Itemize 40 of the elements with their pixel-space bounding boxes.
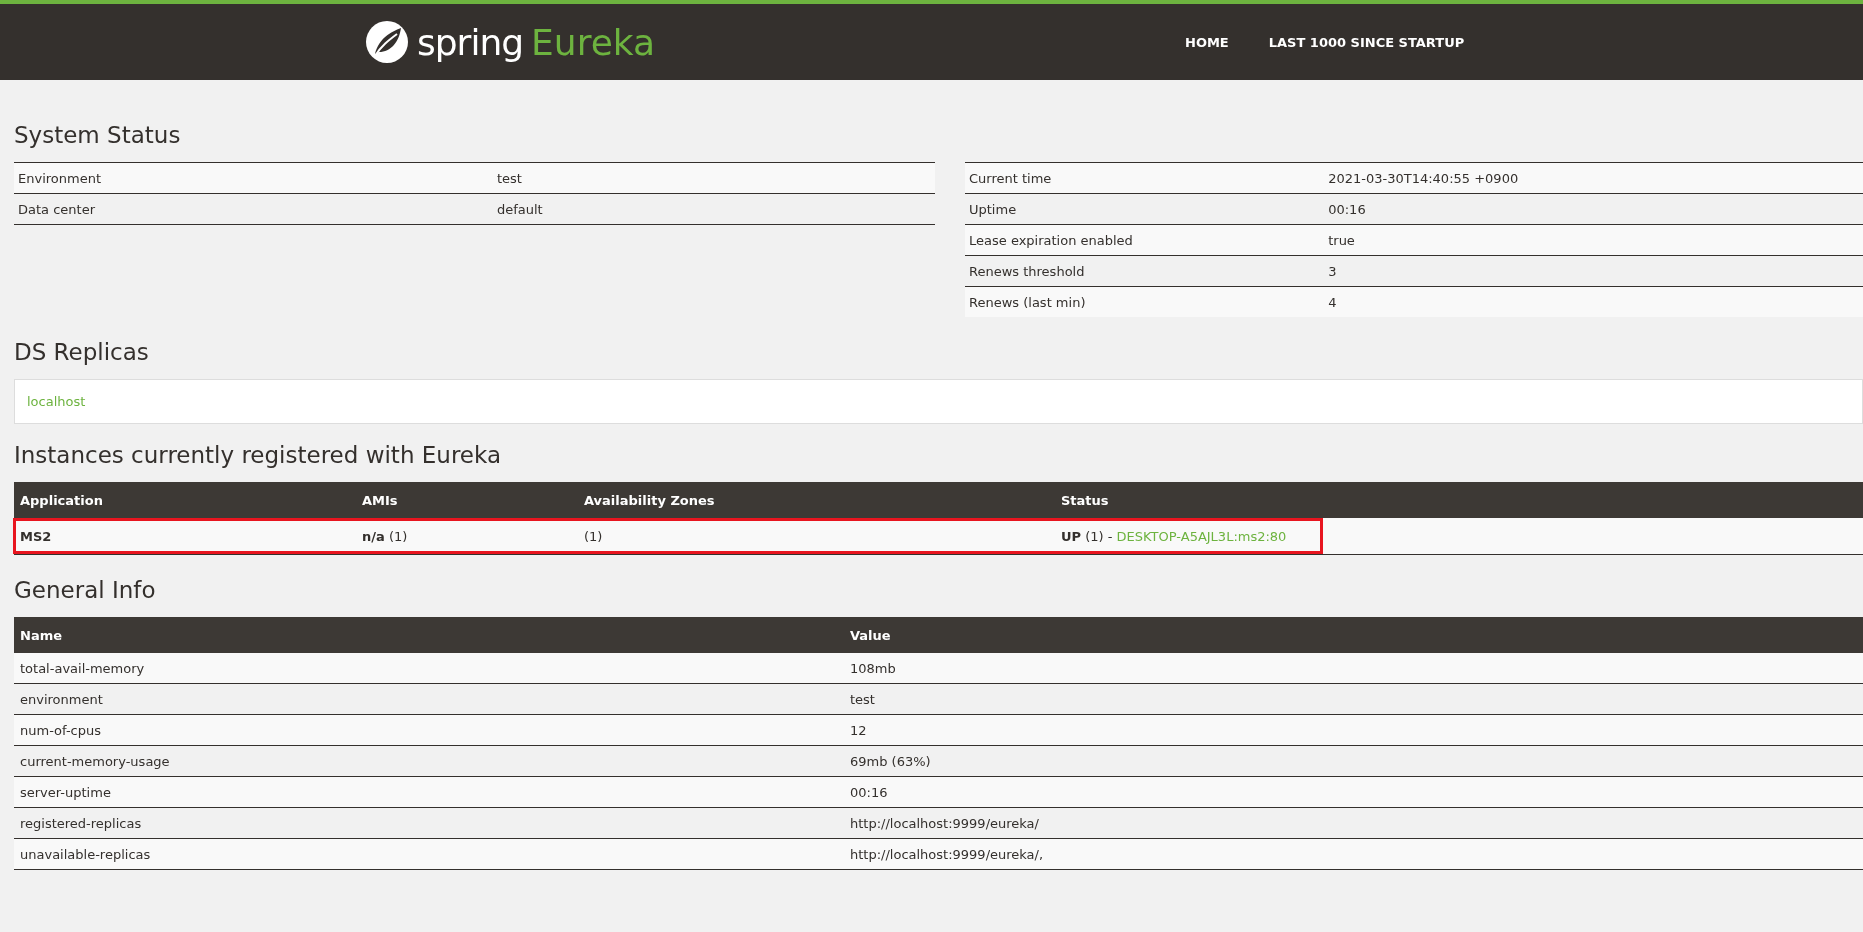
table-cell: current-memory-usage xyxy=(14,745,844,777)
status-label: Data center xyxy=(14,193,493,225)
table-cell: num-of-cpus xyxy=(14,714,844,746)
status-value: 2021-03-30T14:40:55 +0900 xyxy=(1324,162,1863,194)
column-header: Name xyxy=(14,617,844,653)
table-cell: 69mb (63%) xyxy=(844,745,1863,777)
status-label: Lease expiration enabled xyxy=(965,224,1325,256)
column-header: Value xyxy=(844,617,1863,653)
brand-name: spring xyxy=(417,21,524,63)
section-title: Instances currently registered with Eureka xyxy=(14,441,502,470)
column-header: AMIs xyxy=(356,482,578,518)
leaf-logo-icon xyxy=(366,21,408,63)
status-value: default xyxy=(492,193,935,225)
status-label: Environment xyxy=(14,162,493,194)
table-cell: test xyxy=(844,683,1863,715)
status-label: Renews (last min) xyxy=(965,286,1325,317)
table-cell: 108mb xyxy=(844,653,1863,684)
table-cell: registered-replicas xyxy=(14,807,844,839)
table-cell: total-avail-memory xyxy=(14,653,844,684)
column-header: Application xyxy=(14,482,356,518)
section-title: System Status xyxy=(14,121,182,150)
status-value: true xyxy=(1324,224,1863,256)
table-cell: http://localhost:9999/eureka/ xyxy=(844,807,1863,839)
nav-link[interactable]: LAST 1000 SINCE STARTUP xyxy=(1268,34,1465,50)
table-cell: 12 xyxy=(844,714,1863,746)
column-header: Status xyxy=(1055,482,1863,518)
table-cell: 00:16 xyxy=(844,776,1863,808)
table-cell: environment xyxy=(14,683,844,715)
column-header: Availability Zones xyxy=(578,482,1055,518)
status-value: 4 xyxy=(1324,286,1863,317)
status-label: Current time xyxy=(965,162,1325,194)
table-cell: server-uptime xyxy=(14,776,844,808)
section-title: General Info xyxy=(14,576,157,605)
status-value: test xyxy=(492,162,935,194)
product-name: Eureka xyxy=(531,21,656,63)
table-cell: unavailable-replicas xyxy=(14,838,844,870)
section-title: DS Replicas xyxy=(14,338,150,367)
table-cell: http://localhost:9999/eureka/, xyxy=(844,838,1863,870)
nav-link[interactable]: HOME xyxy=(1185,34,1229,50)
status-text: UP (1) - xyxy=(1061,528,1114,544)
